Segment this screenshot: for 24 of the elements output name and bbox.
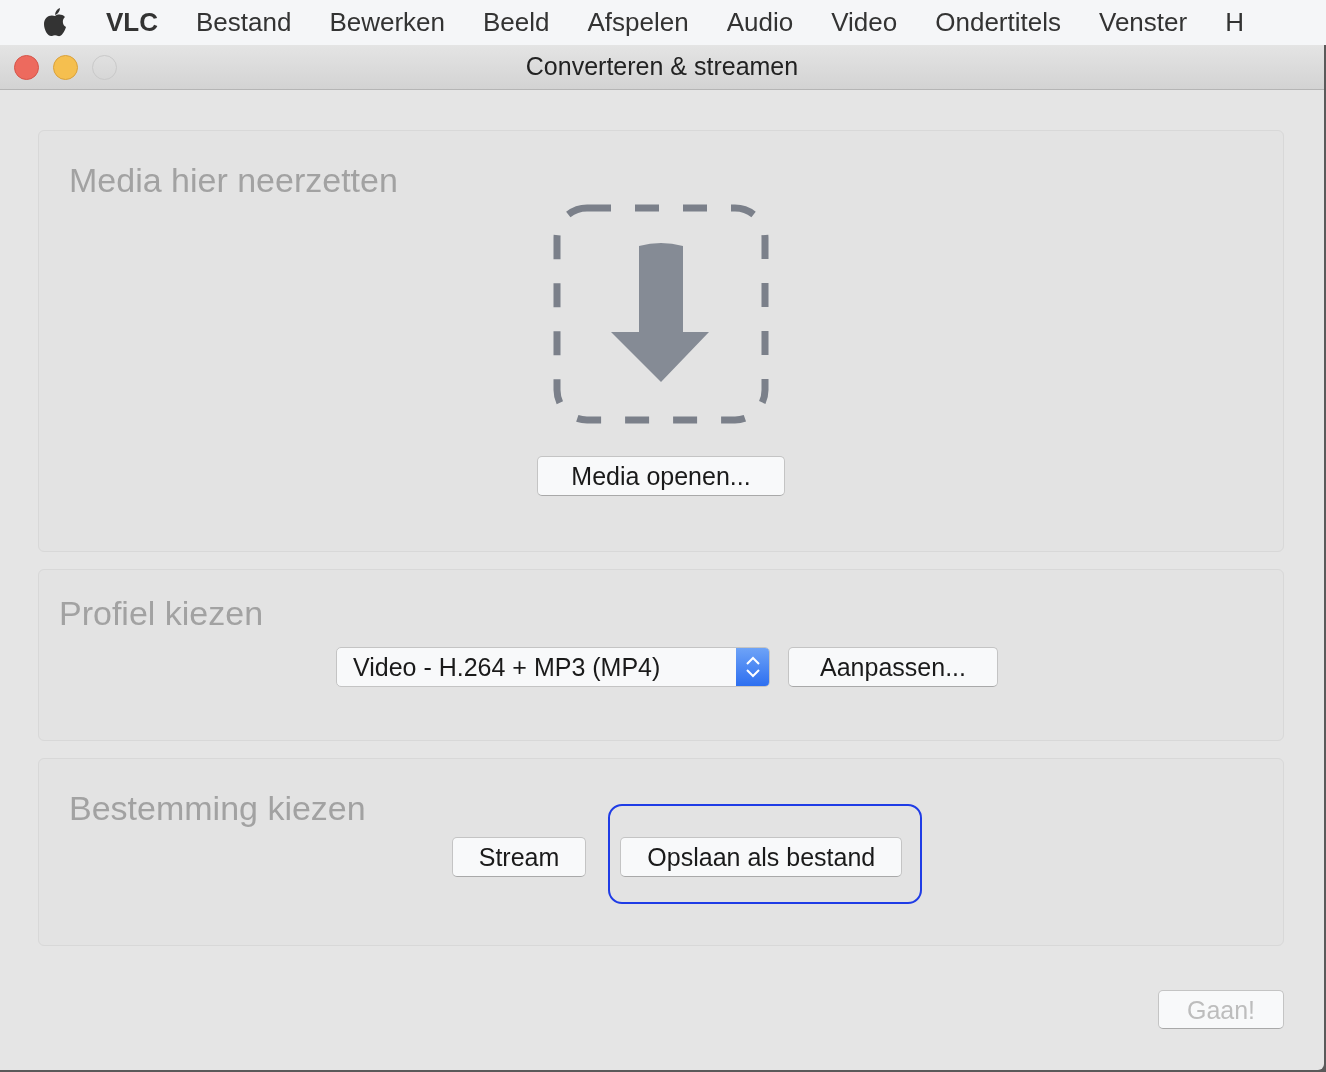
close-button[interactable] [14,54,39,80]
minimize-button[interactable] [53,54,78,80]
menu-item[interactable]: Venster [1099,3,1188,42]
section-heading: Profiel kiezen [59,593,264,634]
drop-target-icon [553,204,769,426]
open-media-button[interactable]: Media openen... [537,456,785,496]
menu-item[interactable]: Beeld [483,3,550,42]
menu-item[interactable]: H [1225,3,1244,42]
apple-logo-icon[interactable] [42,7,68,38]
destination-button[interactable]: Opslaan als bestand [620,837,903,877]
window-title: Converteren & streamen [525,52,799,81]
menu-item[interactable]: Bestand [196,3,292,42]
menu-item[interactable]: Bewerken [329,3,446,42]
chevron-up-down-icon [744,654,761,680]
app-menu[interactable]: VLC [106,3,158,42]
section-heading: Bestemming kiezen [69,788,366,829]
destination-button[interactable]: Stream [451,837,587,877]
profile-dropdown[interactable]: Video - H.264 + MP3 (MP4) [336,647,770,687]
menu-item[interactable]: Afspelen [587,3,689,42]
menu-item[interactable]: Video [831,3,898,42]
customize-button[interactable]: Aanpassen... [788,647,998,687]
menu-item[interactable]: Audio [726,3,794,42]
menu-item[interactable]: Ondertitels [935,3,1061,42]
section-heading: Media hier neerzetten [69,160,398,201]
